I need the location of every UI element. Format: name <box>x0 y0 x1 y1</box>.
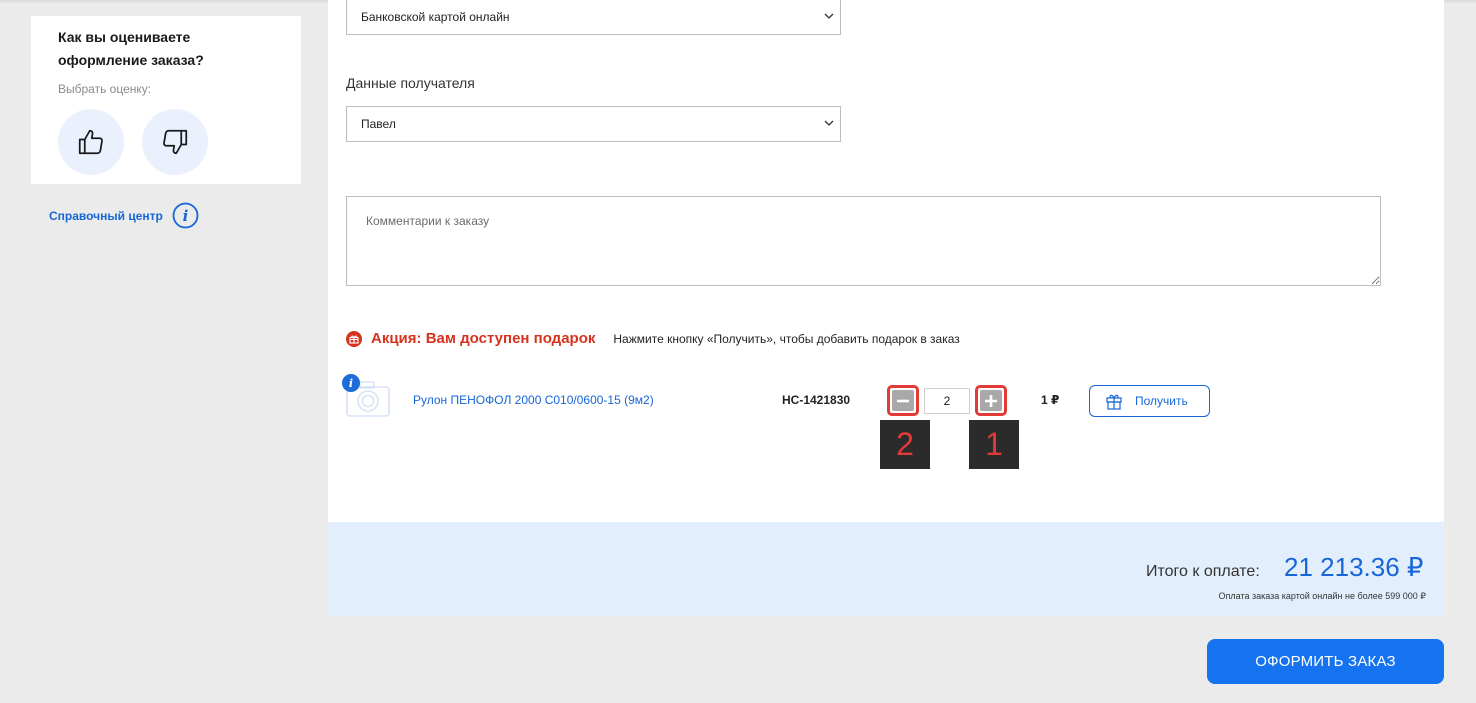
recipient-value: Павел <box>361 117 396 131</box>
totals-panel: Итого к оплате: 21 213.36 ₽ Оплата заказ… <box>328 522 1444 616</box>
quantity-input[interactable] <box>924 388 970 414</box>
rating-title: Как вы оцениваете оформление заказа? <box>58 29 204 68</box>
product-info-badge[interactable]: i <box>342 374 360 392</box>
annotation-callout-minus: 2 <box>880 420 930 469</box>
rating-card: Как вы оцениваете оформление заказа? Выб… <box>31 16 301 184</box>
gift-product-price: 1 ₽ <box>1041 393 1060 407</box>
payment-method-select[interactable]: Банковской картой онлайн <box>346 0 841 35</box>
total-value: 21 213.36 ₽ <box>1284 552 1424 582</box>
thumbs-up-button[interactable] <box>58 109 124 175</box>
thumbs-down-icon <box>163 129 188 155</box>
gift-product-link[interactable]: Рулон ПЕНОФОЛ 2000 С010/0600-15 (9м2) <box>413 393 654 407</box>
gift-outline-icon <box>1106 394 1122 410</box>
svg-text:i: i <box>183 207 189 225</box>
help-center-label: Справочный центр <box>49 208 163 223</box>
chevron-down-icon <box>824 13 834 19</box>
annotation-callout-plus: 1 <box>969 420 1019 469</box>
quantity-decrease-button[interactable] <box>887 385 919 416</box>
get-gift-button[interactable]: Получить <box>1089 385 1210 417</box>
recipient-select[interactable]: Павел <box>346 106 841 142</box>
recipient-label: Данные получателя <box>346 75 475 91</box>
gift-icon <box>346 330 362 347</box>
order-form-panel: Банковской картой онлайн Данные получате… <box>328 0 1444 522</box>
help-center-link[interactable]: Справочный центр i <box>49 202 199 229</box>
rating-hint: Выбрать оценку: <box>58 82 152 96</box>
chevron-down-icon <box>824 120 834 126</box>
promo-text: Нажмите кнопку «Получить», чтобы добавит… <box>613 331 960 346</box>
get-gift-label: Получить <box>1135 394 1188 408</box>
minus-icon <box>897 399 909 402</box>
payment-limit-note: Оплата заказа картой онлайн не более 599… <box>1218 591 1426 601</box>
plus-icon <box>985 394 997 407</box>
payment-method-value: Банковской картой онлайн <box>361 10 510 24</box>
promo-banner: Акция: Вам доступен подарок Нажмите кноп… <box>346 330 960 347</box>
gift-product-code: НС-1421830 <box>782 393 851 407</box>
place-order-button[interactable]: ОФОРМИТЬ ЗАКАЗ <box>1207 639 1444 684</box>
thumbs-down-button[interactable] <box>142 109 208 175</box>
promo-title: Акция: Вам доступен подарок <box>371 330 596 347</box>
order-comment-textarea[interactable] <box>346 196 1381 286</box>
total-label: Итого к оплате: <box>1146 563 1260 580</box>
quantity-increase-button[interactable] <box>975 385 1007 416</box>
info-icon: i <box>172 202 199 229</box>
thumbs-up-icon <box>78 129 103 155</box>
